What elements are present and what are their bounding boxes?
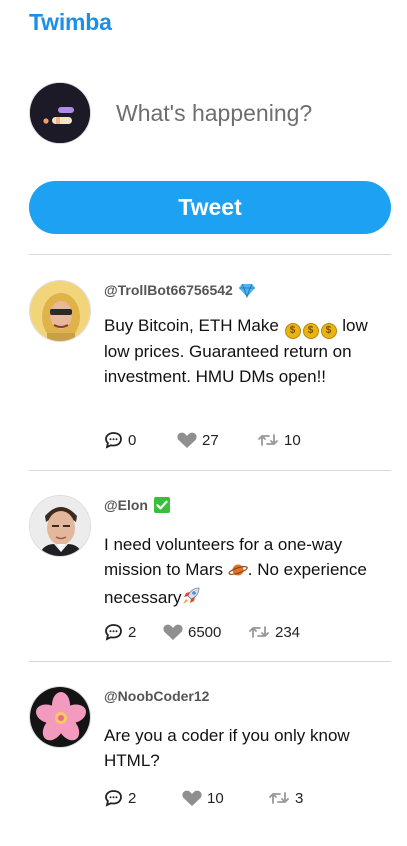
like-action[interactable]: 27: [177, 431, 257, 449]
retweet-count: 10: [284, 431, 301, 449]
tweet-text: Buy Bitcoin, ETH Make $ $ $ low low prices…: [104, 316, 368, 386]
money-bag-icon: $: [284, 323, 301, 339]
retweet-action[interactable]: 10: [257, 432, 301, 449]
rocket-icon: [181, 586, 201, 613]
heart-icon: [177, 432, 197, 448]
retweet-action[interactable]: 3: [268, 790, 303, 807]
reply-action[interactable]: 0: [104, 431, 177, 449]
tweet-handle[interactable]: @Elon: [104, 497, 148, 513]
like-count: 10: [207, 789, 224, 807]
tweet-handle[interactable]: @NoobCoder12: [104, 688, 209, 704]
retweet-icon: [249, 626, 269, 638]
like-count: 6500: [188, 623, 222, 641]
reply-action[interactable]: 2: [104, 789, 182, 807]
tweet-button[interactable]: Tweet: [29, 181, 391, 234]
retweet-icon: [269, 792, 289, 804]
retweet-count: 3: [295, 789, 304, 807]
diamond-icon: [238, 282, 255, 299]
tweet-item: @Elon I need volunteers for a one-way mi…: [29, 495, 391, 645]
money-bag-icon: $: [320, 323, 337, 339]
tweet-avatar[interactable]: [29, 280, 91, 342]
tweet-compose-input[interactable]: [116, 96, 386, 130]
reply-count: 2: [128, 623, 137, 641]
tweet-item: @NoobCoder12 Are you a coder if you only…: [29, 686, 391, 816]
check-box-icon: [153, 497, 170, 513]
retweet-icon: [258, 434, 278, 446]
heart-icon: [182, 790, 202, 806]
comment-icon: [105, 790, 122, 807]
like-action[interactable]: 6500: [163, 623, 248, 641]
like-count: 27: [202, 431, 219, 449]
like-action[interactable]: 10: [182, 789, 268, 807]
reply-action[interactable]: 2: [104, 623, 163, 641]
divider: [29, 661, 391, 662]
reply-count: 2: [128, 789, 137, 807]
divider: [29, 470, 391, 471]
tweet-item: @TrollBot66756542 Buy Bitcoin, ETH Make …: [29, 280, 391, 455]
tweet-avatar[interactable]: [29, 686, 91, 748]
reply-count: 0: [128, 431, 137, 449]
tweet-text: Are you a coder if you only know HTML?: [104, 726, 350, 770]
money-bag-icon: $: [302, 323, 319, 339]
comment-icon: [105, 432, 122, 449]
planet-icon: [228, 560, 248, 585]
tweet-handle[interactable]: @TrollBot66756542: [104, 282, 233, 298]
heart-icon: [163, 624, 183, 640]
app-root: Twimba Tweet @TrollBot66756542: [0, 0, 407, 846]
retweet-action[interactable]: 234: [248, 624, 300, 641]
tweet-avatar[interactable]: [29, 495, 91, 557]
divider: [29, 254, 391, 255]
tweet-text: I need volunteers for a one-way mission …: [104, 532, 374, 613]
app-logo[interactable]: Twimba: [29, 9, 112, 36]
comment-icon: [105, 624, 122, 641]
user-avatar: [29, 82, 91, 144]
retweet-count: 234: [275, 623, 301, 641]
